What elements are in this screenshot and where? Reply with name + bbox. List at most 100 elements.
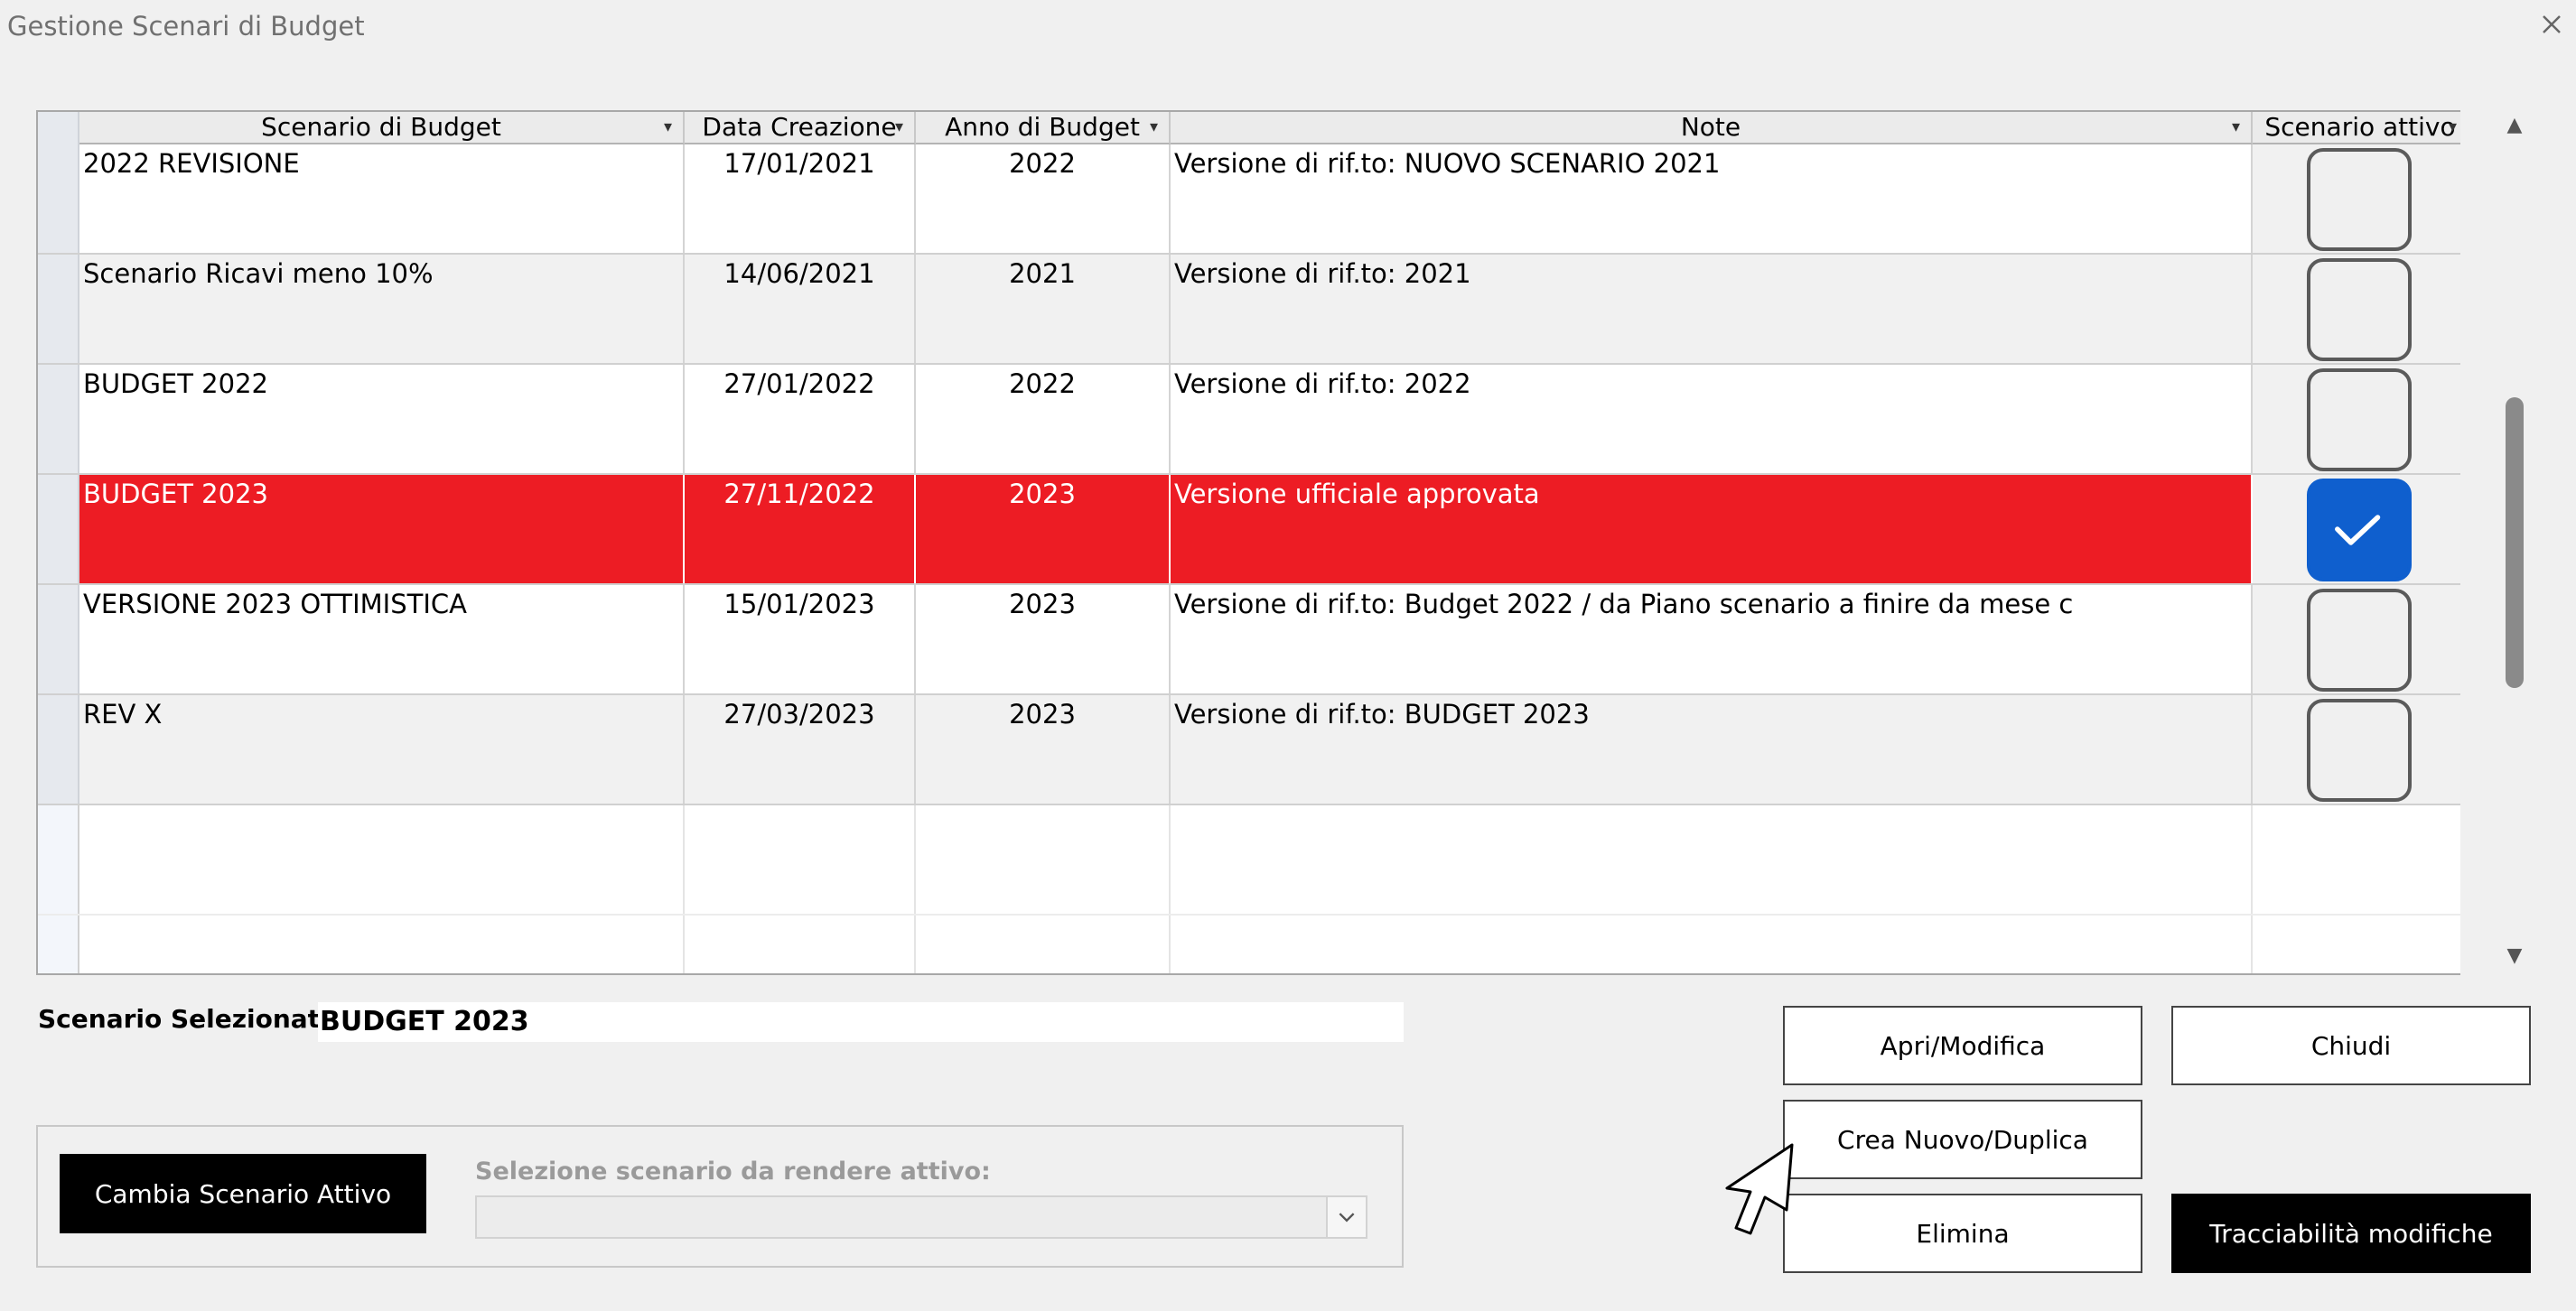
empty-row <box>38 916 2493 973</box>
cell-attivo <box>2253 585 2469 693</box>
sort-arrow-icon[interactable]: ▾ <box>1150 112 1158 143</box>
selected-scenario-value: BUDGET 2023 <box>318 1002 1404 1042</box>
sort-arrow-icon[interactable]: ▾ <box>2232 112 2240 143</box>
column-divider <box>2251 805 2253 914</box>
cell-data[interactable]: 27/11/2022 <box>685 475 916 583</box>
close-label: Chiudi <box>2310 1030 2392 1061</box>
column-divider <box>1169 916 1171 973</box>
active-checkbox[interactable] <box>2307 368 2412 471</box>
cell-note[interactable]: Versione di rif.to: 2022 <box>1171 365 2253 473</box>
header-corner <box>38 112 79 144</box>
cell-anno[interactable]: 2023 <box>916 475 1171 583</box>
cell-anno[interactable]: 2023 <box>916 585 1171 693</box>
column-header-label: Data Creazione <box>702 112 897 142</box>
mouse-cursor-icon <box>1725 1143 1794 1235</box>
column-header-label: Scenario di Budget <box>261 112 501 142</box>
cell-scenario[interactable]: BUDGET 2022 <box>79 365 685 473</box>
cell-anno[interactable]: 2023 <box>916 695 1171 804</box>
cell-anno[interactable]: 2022 <box>916 144 1171 253</box>
column-header-anno[interactable]: Anno di Budget ▾ <box>916 112 1171 144</box>
cell-note[interactable]: Versione di rif.to: Budget 2022 / da Pia… <box>1171 585 2253 693</box>
cell-note[interactable]: Versione di rif.to: 2021 <box>1171 255 2253 363</box>
column-header-data[interactable]: Data Creazione ▾ <box>685 112 916 144</box>
change-tracking-button[interactable]: Tracciabilità modifiche <box>2171 1194 2531 1273</box>
change-tracking-label: Tracciabilità modifiche <box>2209 1218 2493 1249</box>
active-checkbox[interactable] <box>2307 148 2412 251</box>
scrollbar-thumb[interactable] <box>2506 397 2524 688</box>
active-checkbox[interactable] <box>2307 699 2412 802</box>
column-divider <box>914 916 916 973</box>
create-duplicate-button[interactable]: Crea Nuovo/Duplica <box>1783 1100 2142 1179</box>
chevron-down-icon[interactable] <box>1326 1197 1366 1237</box>
column-divider <box>683 916 685 973</box>
open-edit-button[interactable]: Apri/Modifica <box>1783 1006 2142 1085</box>
column-header-note[interactable]: Note ▾ <box>1171 112 2253 144</box>
cell-scenario[interactable]: 2022 REVISIONE <box>79 144 685 253</box>
create-duplicate-label: Crea Nuovo/Duplica <box>1837 1124 2088 1155</box>
cell-data[interactable]: 14/06/2021 <box>685 255 916 363</box>
row-selector[interactable] <box>38 585 79 693</box>
cell-scenario[interactable]: Scenario Ricavi meno 10% <box>79 255 685 363</box>
cell-attivo <box>2253 695 2469 804</box>
active-checkbox[interactable] <box>2307 589 2412 692</box>
row-selector[interactable] <box>38 475 79 583</box>
scroll-up-icon[interactable]: ▲ <box>2502 114 2527 136</box>
cell-note[interactable]: Versione di rif.to: NUOVO SCENARIO 2021 <box>1171 144 2253 253</box>
row-selector[interactable] <box>38 365 79 473</box>
table-row[interactable]: 2022 REVISIONE 17/01/2021 2022 Versione di … <box>38 144 2493 255</box>
delete-label: Elimina <box>1916 1218 2010 1249</box>
table-row[interactable]: BUDGET 2023 27/11/2022 2023 Versione uffici… <box>38 475 2493 585</box>
cell-data[interactable]: 17/01/2021 <box>685 144 916 253</box>
change-active-scenario-button[interactable]: Cambia Scenario Attivo <box>60 1154 426 1233</box>
sort-arrow-icon[interactable]: ▾ <box>2449 112 2457 143</box>
column-divider <box>914 805 916 914</box>
checkmark-icon <box>2335 515 2381 545</box>
cell-anno[interactable]: 2021 <box>916 255 1171 363</box>
table-row[interactable]: Scenario Ricavi meno 10% 14/06/2021 2021 Ve… <box>38 255 2493 365</box>
sort-arrow-icon[interactable]: ▾ <box>664 112 672 143</box>
row-selector[interactable] <box>38 695 79 804</box>
row-selector[interactable] <box>38 144 79 253</box>
cell-attivo <box>2253 255 2469 363</box>
column-header-label: Scenario attivo <box>2264 112 2456 142</box>
cell-scenario[interactable]: VERSIONE 2023 OTTIMISTICA <box>79 585 685 693</box>
cell-scenario[interactable]: BUDGET 2023 <box>79 475 685 583</box>
selected-scenario-label: Scenario Selezionato: <box>38 1004 348 1034</box>
table-row[interactable]: VERSIONE 2023 OTTIMISTICA 15/01/2023 2023 V… <box>38 585 2493 695</box>
active-scenario-select[interactable] <box>475 1195 1367 1239</box>
column-header-attivo[interactable]: Scenario attivo ▾ <box>2253 112 2469 144</box>
sort-arrow-icon[interactable]: ▾ <box>895 112 903 143</box>
row-selector[interactable] <box>38 255 79 363</box>
cell-data[interactable]: 15/01/2023 <box>685 585 916 693</box>
window-title: Gestione Scenari di Budget <box>7 11 365 42</box>
close-button[interactable]: Chiudi <box>2171 1006 2531 1085</box>
scenario-grid[interactable]: Scenario di Budget ▾ Data Creazione ▾ An… <box>36 110 2495 975</box>
empty-row <box>38 805 2493 916</box>
open-edit-label: Apri/Modifica <box>1880 1030 2046 1061</box>
row-selector <box>38 916 79 973</box>
vertical-scrollbar[interactable] <box>2460 110 2495 975</box>
active-checkbox[interactable] <box>2307 258 2412 361</box>
table-row[interactable]: REV X 27/03/2023 2023 Versione di rif.to: B… <box>38 695 2493 805</box>
scroll-down-icon[interactable]: ▼ <box>2502 944 2527 967</box>
cell-attivo <box>2253 475 2469 583</box>
column-header-label: Anno di Budget <box>945 112 1140 142</box>
cell-note[interactable]: Versione ufficiale approvata <box>1171 475 2253 583</box>
table-row[interactable]: BUDGET 2022 27/01/2022 2022 Versione di rif… <box>38 365 2493 475</box>
cell-data[interactable]: 27/01/2022 <box>685 365 916 473</box>
cell-attivo <box>2253 144 2469 253</box>
row-selector <box>38 805 79 914</box>
column-divider <box>2251 916 2253 973</box>
close-icon[interactable] <box>2536 9 2567 40</box>
column-header-label: Note <box>1680 112 1741 142</box>
column-header-scenario[interactable]: Scenario di Budget ▾ <box>79 112 685 144</box>
column-divider <box>683 805 685 914</box>
active-checkbox[interactable] <box>2307 479 2412 581</box>
selection-scenario-label: Selezione scenario da rendere attivo: <box>475 1158 991 1185</box>
cell-anno[interactable]: 2022 <box>916 365 1171 473</box>
cell-note[interactable]: Versione di rif.to: BUDGET 2023 <box>1171 695 2253 804</box>
cell-data[interactable]: 27/03/2023 <box>685 695 916 804</box>
cell-scenario[interactable]: REV X <box>79 695 685 804</box>
delete-button[interactable]: Elimina <box>1783 1194 2142 1273</box>
cell-attivo <box>2253 365 2469 473</box>
